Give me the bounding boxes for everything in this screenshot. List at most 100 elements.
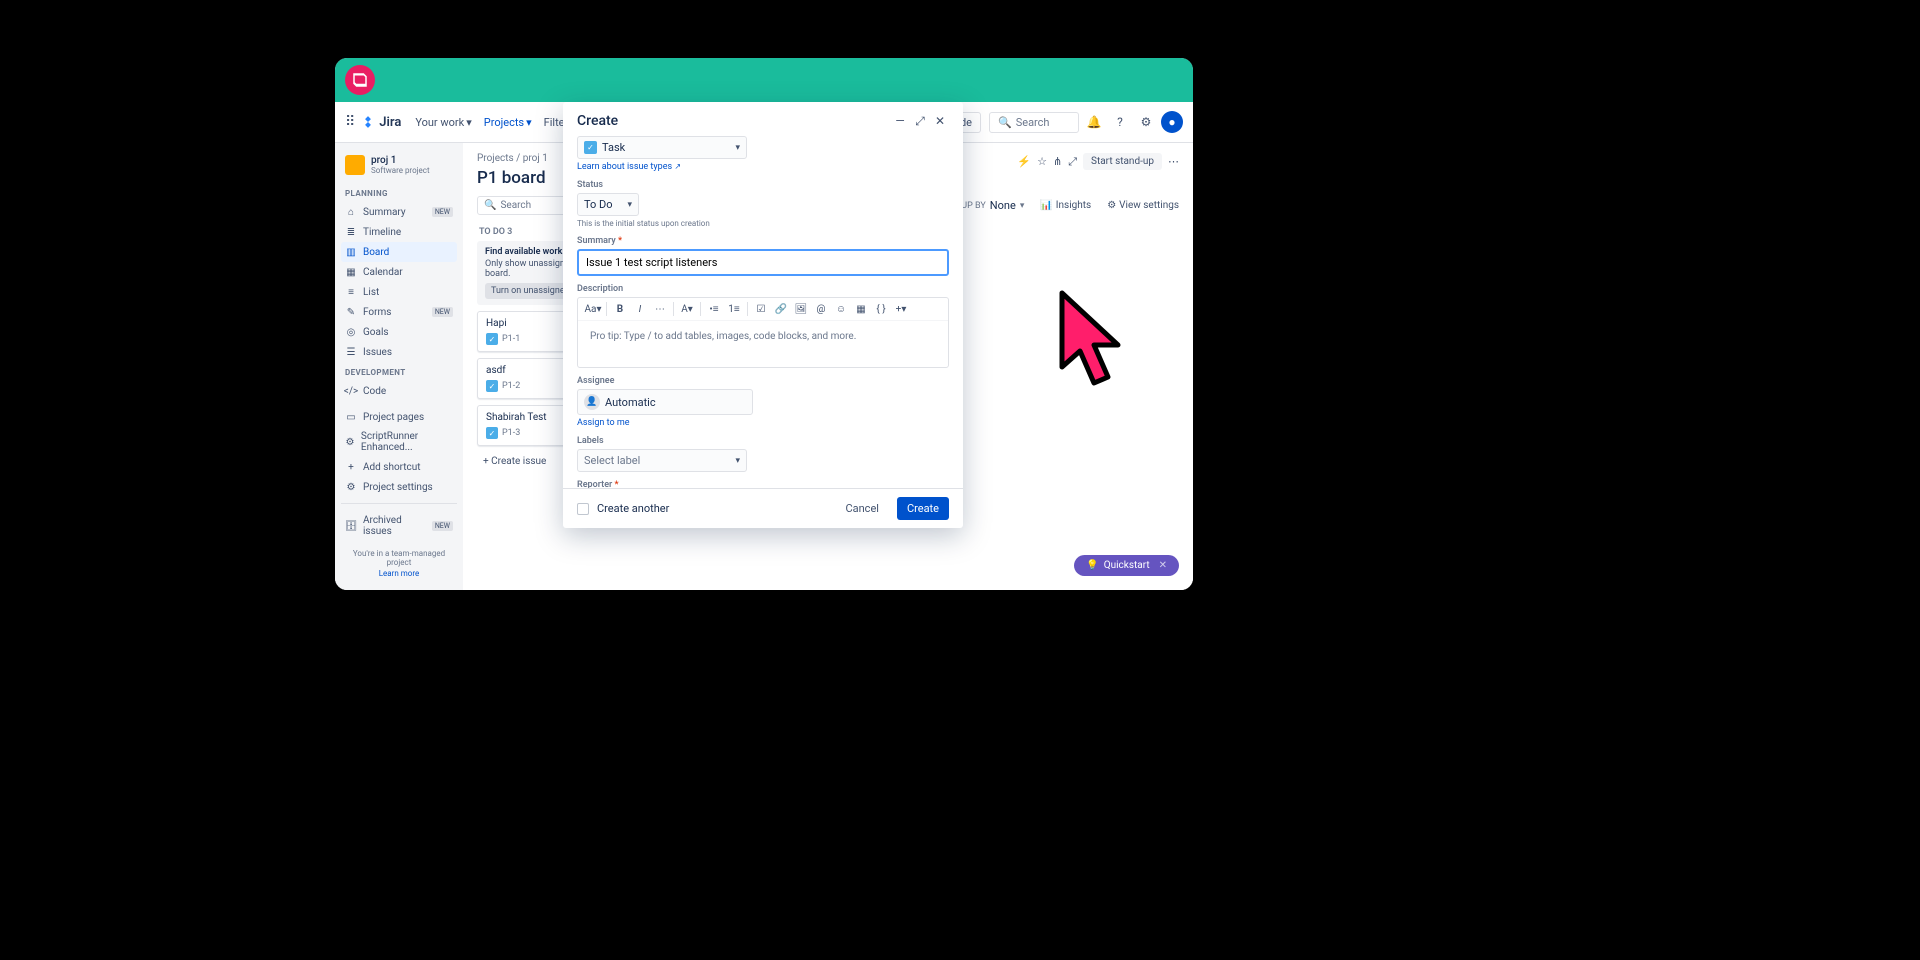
summary-input[interactable]: [577, 249, 949, 276]
quickstart-button[interactable]: 💡 Quickstart ✕: [1074, 555, 1179, 576]
table-icon[interactable]: ▦: [854, 302, 868, 316]
create-another-checkbox[interactable]: [577, 503, 589, 515]
close-icon[interactable]: ✕: [931, 112, 949, 130]
text-style-icon[interactable]: Aa▾: [586, 302, 600, 316]
more-format-icon[interactable]: ⋯: [653, 302, 667, 316]
sidebar-item-add-shortcut[interactable]: +Add shortcut: [341, 457, 457, 477]
create-issue-modal: Create — ⤢ ✕ ✓ Task ▾ Learn about issue …: [563, 102, 963, 528]
person-icon: 👤: [584, 394, 600, 410]
chevron-down-icon: ▾: [1020, 201, 1025, 211]
profile-avatar[interactable]: ●: [1161, 111, 1183, 133]
field-assignee: Assignee 👤 Automatic Assign to me: [577, 376, 949, 428]
description-body[interactable]: Pro tip: Type / to add tables, images, c…: [578, 321, 948, 367]
learn-more-link[interactable]: Learn more: [341, 569, 457, 578]
board-icon: ▥: [345, 246, 357, 258]
learn-issue-types-link[interactable]: Learn about issue types ↗: [577, 162, 681, 172]
share-icon[interactable]: ⋔: [1053, 155, 1062, 168]
fullscreen-icon[interactable]: ⤢: [1068, 155, 1077, 169]
image-icon[interactable]: 🖼: [794, 302, 808, 316]
code-icon[interactable]: { }: [874, 302, 888, 316]
italic-icon[interactable]: I: [633, 302, 647, 316]
list-icon: ≡: [345, 286, 357, 298]
assign-to-me-link[interactable]: Assign to me: [577, 418, 630, 428]
jira-logo[interactable]: Jira: [361, 115, 401, 130]
crumb-project[interactable]: proj 1: [523, 153, 548, 164]
labels-select[interactable]: Select label ▾: [577, 449, 747, 472]
plus-icon[interactable]: +▾: [894, 302, 908, 316]
sidebar-item-code[interactable]: </>Code: [341, 381, 457, 401]
code-icon: </>: [345, 385, 357, 397]
sidebar-item-archived[interactable]: 🗄Archived issuesNEW: [341, 511, 457, 541]
star-icon[interactable]: ☆: [1037, 155, 1047, 168]
chart-icon: 📊: [1040, 200, 1052, 211]
settings-icon[interactable]: ⚙: [1135, 111, 1157, 133]
nav-your-work[interactable]: Your work ▾: [415, 116, 471, 129]
start-standup-button[interactable]: Start stand-up: [1083, 153, 1162, 170]
project-name: proj 1: [371, 155, 430, 166]
recorder-logo-icon: [345, 65, 375, 95]
sidebar-item-calendar[interactable]: ▦Calendar: [341, 262, 457, 282]
sidebar-item-goals[interactable]: ◎Goals: [341, 322, 457, 342]
sidebar-item-board[interactable]: ▥Board: [341, 242, 457, 262]
field-summary: Summary *: [577, 236, 949, 276]
automation-icon[interactable]: ⚡: [1017, 155, 1031, 168]
section-planning: PLANNING: [341, 183, 457, 202]
create-another-label[interactable]: Create another: [597, 502, 669, 515]
task-type-icon: ✓: [486, 333, 498, 345]
section-development: DEVELOPMENT: [341, 362, 457, 381]
app-switcher-icon[interactable]: ⠿: [345, 114, 355, 130]
emoji-icon[interactable]: ☺: [834, 302, 848, 316]
pages-icon: ▭: [345, 411, 357, 423]
cancel-button[interactable]: Cancel: [835, 497, 888, 520]
mention-icon[interactable]: @: [814, 302, 828, 316]
issues-icon: ☰: [345, 346, 357, 358]
plus-icon: +: [345, 461, 357, 473]
insights-button[interactable]: 📊Insights: [1040, 200, 1091, 211]
bullet-list-icon[interactable]: •≡: [707, 302, 721, 316]
sidebar-item-project-settings[interactable]: ⚙Project settings: [341, 477, 457, 497]
description-editor[interactable]: Aa▾ B I ⋯ A▾ •≡ 1≡ ☑ 🔗: [577, 297, 949, 368]
sidebar: proj 1 Software project PLANNING ⌂Summar…: [335, 143, 463, 590]
project-icon: [345, 155, 365, 175]
sidebar-item-timeline[interactable]: ≣Timeline: [341, 222, 457, 242]
gear-icon: ⚙: [345, 481, 357, 493]
sidebar-item-summary[interactable]: ⌂SummaryNEW: [341, 202, 457, 222]
field-description: Description Aa▾ B I ⋯ A▾ •≡ 1≡: [577, 284, 949, 368]
jira-logo-text: Jira: [379, 115, 401, 130]
calendar-icon: ▦: [345, 266, 357, 278]
status-select[interactable]: To Do ▾: [577, 193, 639, 216]
issue-type-select[interactable]: ✓ Task ▾: [577, 136, 747, 159]
nav-projects[interactable]: Projects ▾: [484, 116, 532, 129]
assignee-select[interactable]: 👤 Automatic: [577, 389, 753, 415]
create-submit-button[interactable]: Create: [897, 497, 949, 520]
field-issue-type: ✓ Task ▾ Learn about issue types ↗: [577, 136, 949, 172]
external-link-icon: ↗: [674, 162, 681, 171]
link-icon[interactable]: 🔗: [774, 302, 788, 316]
sidebar-item-forms[interactable]: ✎FormsNEW: [341, 302, 457, 322]
rte-toolbar: Aa▾ B I ⋯ A▾ •≡ 1≡ ☑ 🔗: [578, 298, 948, 321]
search-icon: 🔍: [484, 200, 496, 211]
text-color-icon[interactable]: A▾: [680, 302, 694, 316]
more-icon[interactable]: ⋯: [1168, 155, 1179, 168]
expand-icon[interactable]: ⤢: [911, 112, 929, 130]
field-labels: Labels Select label ▾: [577, 436, 949, 472]
sidebar-item-list[interactable]: ≡List: [341, 282, 457, 302]
global-search[interactable]: 🔍Search: [989, 112, 1079, 133]
notifications-icon[interactable]: 🔔: [1083, 111, 1105, 133]
sidebar-item-pages[interactable]: ▭Project pages: [341, 407, 457, 427]
minimize-icon[interactable]: —: [891, 112, 909, 130]
project-header[interactable]: proj 1 Software project: [341, 151, 457, 183]
crumb-projects[interactable]: Projects: [477, 153, 514, 164]
modal-header: Create — ⤢ ✕: [563, 102, 963, 136]
number-list-icon[interactable]: 1≡: [727, 302, 741, 316]
bold-icon[interactable]: B: [613, 302, 627, 316]
scriptrunner-icon: ⚙: [345, 436, 355, 448]
close-icon[interactable]: ✕: [1159, 560, 1167, 571]
checklist-icon[interactable]: ☑: [754, 302, 768, 316]
help-icon[interactable]: ?: [1109, 111, 1131, 133]
sidebar-item-scriptrunner[interactable]: ⚙ScriptRunner Enhanced...: [341, 427, 457, 457]
modal-footer: Create another Cancel Create: [563, 488, 963, 528]
sidebar-item-issues[interactable]: ☰Issues: [341, 342, 457, 362]
sidebar-footer: You're in a team-managed project Learn m…: [341, 549, 457, 578]
view-settings-button[interactable]: ⚙View settings: [1107, 200, 1179, 211]
